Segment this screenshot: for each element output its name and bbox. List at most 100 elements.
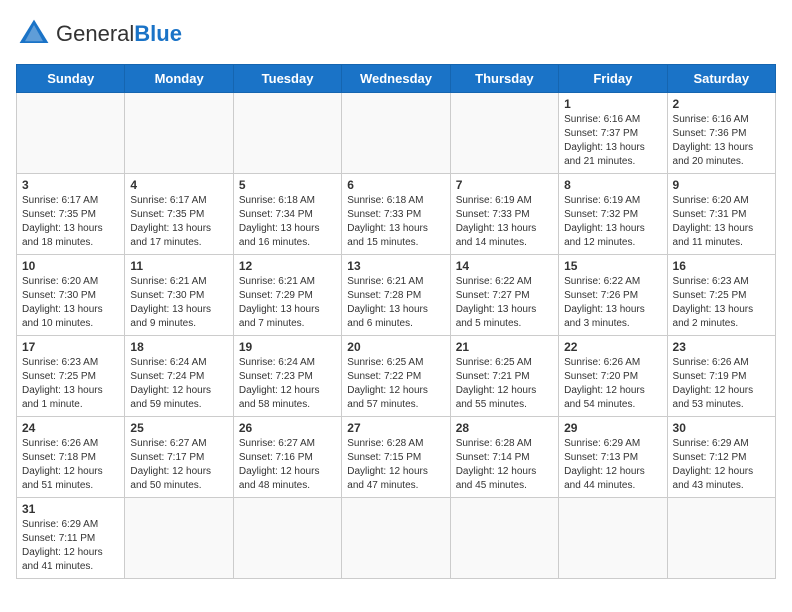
- calendar-cell: 18 Sunrise: 6:24 AM Sunset: 7:24 PM Dayli…: [125, 336, 233, 417]
- day-number: 18: [130, 340, 227, 354]
- calendar-cell: [17, 93, 125, 174]
- day-number: 25: [130, 421, 227, 435]
- day-info: Sunrise: 6:29 AM Sunset: 7:12 PM Dayligh…: [673, 437, 770, 493]
- day-info: Sunrise: 6:20 AM Sunset: 7:30 PM Dayligh…: [22, 275, 119, 331]
- calendar-cell: [125, 498, 233, 579]
- day-info: Sunrise: 6:23 AM Sunset: 7:25 PM Dayligh…: [22, 356, 119, 412]
- day-header-friday: Friday: [559, 65, 667, 93]
- calendar-cell: [667, 498, 775, 579]
- page-header: GeneralBlue: [16, 16, 776, 52]
- day-number: 31: [22, 502, 119, 516]
- day-number: 20: [347, 340, 444, 354]
- day-number: 22: [564, 340, 661, 354]
- day-info: Sunrise: 6:21 AM Sunset: 7:29 PM Dayligh…: [239, 275, 336, 331]
- day-info: Sunrise: 6:26 AM Sunset: 7:20 PM Dayligh…: [564, 356, 661, 412]
- calendar-cell: 12 Sunrise: 6:21 AM Sunset: 7:29 PM Dayli…: [233, 255, 341, 336]
- calendar-cell: 30 Sunrise: 6:29 AM Sunset: 7:12 PM Dayli…: [667, 417, 775, 498]
- calendar-cell: 16 Sunrise: 6:23 AM Sunset: 7:25 PM Dayli…: [667, 255, 775, 336]
- day-info: Sunrise: 6:29 AM Sunset: 7:13 PM Dayligh…: [564, 437, 661, 493]
- calendar-cell: 15 Sunrise: 6:22 AM Sunset: 7:26 PM Dayli…: [559, 255, 667, 336]
- day-info: Sunrise: 6:24 AM Sunset: 7:24 PM Dayligh…: [130, 356, 227, 412]
- day-number: 3: [22, 178, 119, 192]
- day-info: Sunrise: 6:26 AM Sunset: 7:19 PM Dayligh…: [673, 356, 770, 412]
- calendar-week-3: 10 Sunrise: 6:20 AM Sunset: 7:30 PM Dayli…: [17, 255, 776, 336]
- day-number: 2: [673, 97, 770, 111]
- day-number: 26: [239, 421, 336, 435]
- day-info: Sunrise: 6:17 AM Sunset: 7:35 PM Dayligh…: [22, 194, 119, 250]
- calendar-cell: [342, 93, 450, 174]
- day-number: 6: [347, 178, 444, 192]
- day-info: Sunrise: 6:22 AM Sunset: 7:26 PM Dayligh…: [564, 275, 661, 331]
- calendar-cell: 19 Sunrise: 6:24 AM Sunset: 7:23 PM Dayli…: [233, 336, 341, 417]
- calendar-cell: 21Sunrise: 6:25 AM Sunset: 7:21 PM Dayli…: [450, 336, 558, 417]
- day-info: Sunrise: 6:19 AM Sunset: 7:32 PM Dayligh…: [564, 194, 661, 250]
- day-info: Sunrise: 6:24 AM Sunset: 7:23 PM Dayligh…: [239, 356, 336, 412]
- calendar-cell: [233, 93, 341, 174]
- day-number: 8: [564, 178, 661, 192]
- day-info: Sunrise: 6:26 AM Sunset: 7:18 PM Dayligh…: [22, 437, 119, 493]
- calendar-week-4: 17Sunrise: 6:23 AM Sunset: 7:25 PM Dayli…: [17, 336, 776, 417]
- day-info: Sunrise: 6:28 AM Sunset: 7:14 PM Dayligh…: [456, 437, 553, 493]
- calendar-cell: 23Sunrise: 6:26 AM Sunset: 7:19 PM Dayli…: [667, 336, 775, 417]
- day-info: Sunrise: 6:29 AM Sunset: 7:11 PM Dayligh…: [22, 518, 119, 574]
- calendar-week-1: 1Sunrise: 6:16 AM Sunset: 7:37 PM Daylig…: [17, 93, 776, 174]
- calendar-cell: 14Sunrise: 6:22 AM Sunset: 7:27 PM Dayli…: [450, 255, 558, 336]
- calendar-cell: 26 Sunrise: 6:27 AM Sunset: 7:16 PM Dayli…: [233, 417, 341, 498]
- calendar-cell: 10 Sunrise: 6:20 AM Sunset: 7:30 PM Dayli…: [17, 255, 125, 336]
- calendar-cell: 22 Sunrise: 6:26 AM Sunset: 7:20 PM Dayli…: [559, 336, 667, 417]
- logo-text: GeneralBlue: [56, 21, 182, 46]
- calendar-cell: 2 Sunrise: 6:16 AM Sunset: 7:36 PM Daylig…: [667, 93, 775, 174]
- calendar-cell: 28 Sunrise: 6:28 AM Sunset: 7:14 PM Dayli…: [450, 417, 558, 498]
- day-number: 28: [456, 421, 553, 435]
- calendar-cell: 13 Sunrise: 6:21 AM Sunset: 7:28 PM Dayli…: [342, 255, 450, 336]
- day-info: Sunrise: 6:16 AM Sunset: 7:36 PM Dayligh…: [673, 113, 770, 169]
- calendar-cell: 24 Sunrise: 6:26 AM Sunset: 7:18 PM Dayli…: [17, 417, 125, 498]
- day-header-wednesday: Wednesday: [342, 65, 450, 93]
- day-header-saturday: Saturday: [667, 65, 775, 93]
- day-info: Sunrise: 6:27 AM Sunset: 7:17 PM Dayligh…: [130, 437, 227, 493]
- calendar-cell: [233, 498, 341, 579]
- day-number: 13: [347, 259, 444, 273]
- day-info: Sunrise: 6:25 AM Sunset: 7:21 PM Dayligh…: [456, 356, 553, 412]
- day-number: 4: [130, 178, 227, 192]
- calendar-week-6: 31 Sunrise: 6:29 AM Sunset: 7:11 PM Dayli…: [17, 498, 776, 579]
- day-header-monday: Monday: [125, 65, 233, 93]
- day-info: Sunrise: 6:25 AM Sunset: 7:22 PM Dayligh…: [347, 356, 444, 412]
- day-info: Sunrise: 6:23 AM Sunset: 7:25 PM Dayligh…: [673, 275, 770, 331]
- calendar-cell: 7Sunrise: 6:19 AM Sunset: 7:33 PM Daylig…: [450, 174, 558, 255]
- calendar-cell: 4 Sunrise: 6:17 AM Sunset: 7:35 PM Daylig…: [125, 174, 233, 255]
- day-info: Sunrise: 6:16 AM Sunset: 7:37 PM Dayligh…: [564, 113, 661, 169]
- day-number: 10: [22, 259, 119, 273]
- day-header-sunday: Sunday: [17, 65, 125, 93]
- calendar-cell: 9Sunrise: 6:20 AM Sunset: 7:31 PM Daylig…: [667, 174, 775, 255]
- day-number: 15: [564, 259, 661, 273]
- calendar-cell: 6Sunrise: 6:18 AM Sunset: 7:33 PM Daylig…: [342, 174, 450, 255]
- day-number: 19: [239, 340, 336, 354]
- days-of-week-row: SundayMondayTuesdayWednesdayThursdayFrid…: [17, 65, 776, 93]
- day-info: Sunrise: 6:21 AM Sunset: 7:28 PM Dayligh…: [347, 275, 444, 331]
- day-number: 16: [673, 259, 770, 273]
- day-number: 12: [239, 259, 336, 273]
- day-number: 27: [347, 421, 444, 435]
- calendar-header: SundayMondayTuesdayWednesdayThursdayFrid…: [17, 65, 776, 93]
- day-info: Sunrise: 6:21 AM Sunset: 7:30 PM Dayligh…: [130, 275, 227, 331]
- calendar-cell: [559, 498, 667, 579]
- day-info: Sunrise: 6:20 AM Sunset: 7:31 PM Dayligh…: [673, 194, 770, 250]
- calendar-cell: [342, 498, 450, 579]
- day-number: 24: [22, 421, 119, 435]
- calendar-cell: [125, 93, 233, 174]
- calendar-cell: 11Sunrise: 6:21 AM Sunset: 7:30 PM Dayli…: [125, 255, 233, 336]
- logo-icon: [16, 16, 52, 52]
- calendar-cell: 31 Sunrise: 6:29 AM Sunset: 7:11 PM Dayli…: [17, 498, 125, 579]
- calendar-cell: 20 Sunrise: 6:25 AM Sunset: 7:22 PM Dayli…: [342, 336, 450, 417]
- day-number: 29: [564, 421, 661, 435]
- day-info: Sunrise: 6:28 AM Sunset: 7:15 PM Dayligh…: [347, 437, 444, 493]
- calendar-cell: 5Sunrise: 6:18 AM Sunset: 7:34 PM Daylig…: [233, 174, 341, 255]
- day-header-tuesday: Tuesday: [233, 65, 341, 93]
- calendar-cell: [450, 93, 558, 174]
- day-number: 30: [673, 421, 770, 435]
- calendar-cell: 3 Sunrise: 6:17 AM Sunset: 7:35 PM Daylig…: [17, 174, 125, 255]
- day-info: Sunrise: 6:27 AM Sunset: 7:16 PM Dayligh…: [239, 437, 336, 493]
- calendar-cell: 8 Sunrise: 6:19 AM Sunset: 7:32 PM Daylig…: [559, 174, 667, 255]
- day-info: Sunrise: 6:17 AM Sunset: 7:35 PM Dayligh…: [130, 194, 227, 250]
